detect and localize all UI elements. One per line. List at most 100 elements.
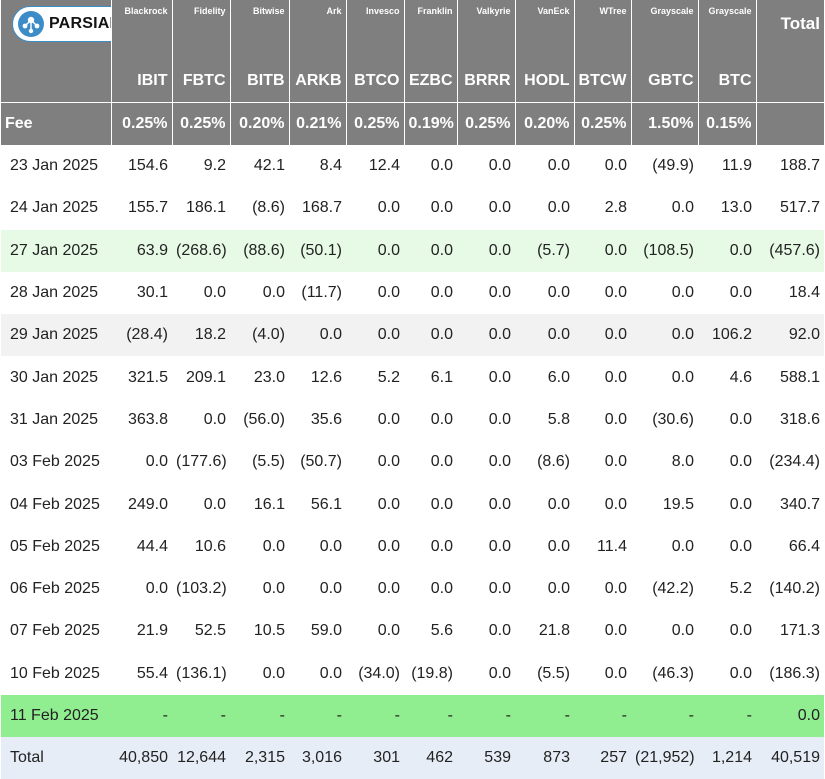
flow-cell: - xyxy=(346,694,404,738)
flow-cell: 0.0 xyxy=(671,368,694,386)
flow-cell: 16.1 xyxy=(253,495,285,513)
ticker-row-spacer xyxy=(1,60,112,103)
flow-cell: 6.1 xyxy=(430,368,453,386)
fee-value: 0.20% xyxy=(230,102,290,145)
fee-value: 0.25% xyxy=(574,102,632,145)
issuer-label: Fidelity xyxy=(172,0,231,60)
flow-cell: 0.0 xyxy=(671,199,694,217)
flow-cell: (5.7) xyxy=(515,229,574,272)
issuer-label: Invesco xyxy=(346,0,405,60)
flow-cell: 0.0 xyxy=(604,580,627,598)
date-cell: 10 Feb 2025 xyxy=(10,664,100,682)
flow-cell: - xyxy=(574,694,631,738)
date-cell: 29 Jan 2025 xyxy=(1,314,111,357)
flow-cell: 0.0 xyxy=(430,410,453,428)
flow-cell: 12.6 xyxy=(310,368,342,386)
flow-cell: 155.7 xyxy=(127,199,168,217)
flow-cell: - xyxy=(631,694,698,738)
flow-cell: 56.1 xyxy=(310,495,342,513)
flow-cell: 0.0 xyxy=(377,580,400,598)
flow-cell: (88.6) xyxy=(230,229,289,272)
flow-cell: 0.0 xyxy=(262,664,285,682)
flow-cell: (5.5) xyxy=(537,664,570,682)
flow-cell: 52.5 xyxy=(194,622,226,640)
brand-logo[interactable]: PARSIANCRYPTO.COM xyxy=(12,6,110,42)
fee-value: 1.50% xyxy=(631,102,699,145)
flow-cell: (4.0) xyxy=(230,314,289,357)
row-total-cell: (234.4) xyxy=(769,453,820,471)
issuer-label: VanEck xyxy=(515,0,575,60)
flow-cell: 35.6 xyxy=(310,410,342,428)
ticker-label: IBIT xyxy=(111,60,173,103)
totals-row: Total 40,850 12,644 2,315 3,016 301 462 539 873 2… xyxy=(1,737,824,779)
flow-cell: 0.0 xyxy=(488,622,511,640)
fee-value: 0.21% xyxy=(289,102,347,145)
issuer-label: Grayscale xyxy=(698,0,757,60)
flow-cell: 321.5 xyxy=(127,368,168,386)
flow-cell: (50.1) xyxy=(289,229,346,272)
table-row: 05 Feb 2025 44.4 10.6 0.0 0.0 0.0 0.0 0.0 0.0 11.… xyxy=(1,526,824,568)
flow-cell: 19.5 xyxy=(662,495,694,513)
flow-cell: 0.0 xyxy=(488,580,511,598)
flow-cell: 0.0 xyxy=(604,453,627,471)
total-cell: 40,850 xyxy=(111,737,172,779)
ticker-label: BITB xyxy=(230,60,290,103)
fee-value: 0.19% xyxy=(404,102,458,145)
flow-cell: 0.0 xyxy=(547,199,570,217)
flow-cell: 10.5 xyxy=(253,622,285,640)
total-cell: 462 xyxy=(404,737,457,779)
flow-cell: 0.0 xyxy=(430,199,453,217)
flow-cell: 0.0 xyxy=(604,410,627,428)
fee-value: 0.25% xyxy=(172,102,231,145)
flow-cell: 154.6 xyxy=(127,157,168,175)
flow-cell: 59.0 xyxy=(310,622,342,640)
flow-cell: 63.9 xyxy=(111,229,172,272)
table-row: 04 Feb 2025 249.0 0.0 16.1 56.1 0.0 0.0 0.0 0.0 0… xyxy=(1,483,824,525)
flow-cell: 0.0 xyxy=(430,284,453,302)
flow-cell: 4.6 xyxy=(729,368,752,386)
flow-cell: 0.0 xyxy=(574,229,631,272)
flow-cell: 0.0 xyxy=(319,580,342,598)
flow-cell: 0.0 xyxy=(377,410,400,428)
flow-cell: (8.6) xyxy=(252,199,285,217)
flow-cell: 0.0 xyxy=(604,284,627,302)
table-row: 06 Feb 2025 0.0 (103.2) 0.0 0.0 0.0 0.0 0.0 0.0 0… xyxy=(1,568,824,610)
flow-cell: 0.0 xyxy=(547,495,570,513)
flow-cell: - xyxy=(111,694,172,738)
row-total-cell: 0.0 xyxy=(756,694,824,738)
flow-cell: 0.0 xyxy=(319,537,342,555)
flow-cell: 186.1 xyxy=(185,199,226,217)
flow-cell: 0.0 xyxy=(377,495,400,513)
flow-cell: (268.6) xyxy=(172,229,230,272)
issuer-row: PARSIANCRYPTO.COM Blackrock Fidelity Bit… xyxy=(1,0,824,60)
date-cell: 05 Feb 2025 xyxy=(10,537,100,555)
flow-cell: 0.0 xyxy=(515,314,574,357)
table-row: 31 Jan 2025 363.8 0.0 (56.0) 35.6 0.0 0.0 0.0 5.… xyxy=(1,399,824,441)
flow-cell: 0.0 xyxy=(488,453,511,471)
fee-row-spacer xyxy=(756,102,824,145)
row-total-cell: 66.4 xyxy=(788,537,820,555)
flow-cell: (28.4) xyxy=(111,314,172,357)
flow-cell: - xyxy=(172,694,230,738)
row-total-cell: 171.3 xyxy=(779,622,820,640)
date-cell: 23 Jan 2025 xyxy=(10,157,99,175)
issuer-label: Ark xyxy=(289,0,347,60)
total-cell: 301 xyxy=(346,737,404,779)
row-total-cell: 517.7 xyxy=(779,199,820,217)
date-cell: 06 Feb 2025 xyxy=(10,580,100,598)
row-total-cell: 318.6 xyxy=(779,410,820,428)
ticker-label: BTCW xyxy=(574,60,632,103)
row-total-cell: 92.0 xyxy=(756,314,824,357)
flow-cell: 249.0 xyxy=(127,495,168,513)
flow-cell: 0.0 xyxy=(203,284,226,302)
total-cell: 539 xyxy=(457,737,515,779)
flow-cell: (49.9) xyxy=(652,157,694,175)
ticker-row: IBIT FBTC BITB ARKB BTCO EZBC BRRR HODL … xyxy=(1,60,824,103)
flow-cell: 5.6 xyxy=(430,622,453,640)
flow-cell: (136.1) xyxy=(176,664,227,682)
row-total-cell: (186.3) xyxy=(769,664,820,682)
ticker-label: FBTC xyxy=(172,60,231,103)
flow-cell: 168.7 xyxy=(301,199,342,217)
issuer-label: Bitwise xyxy=(230,0,290,60)
flow-cell: 0.0 xyxy=(430,495,453,513)
